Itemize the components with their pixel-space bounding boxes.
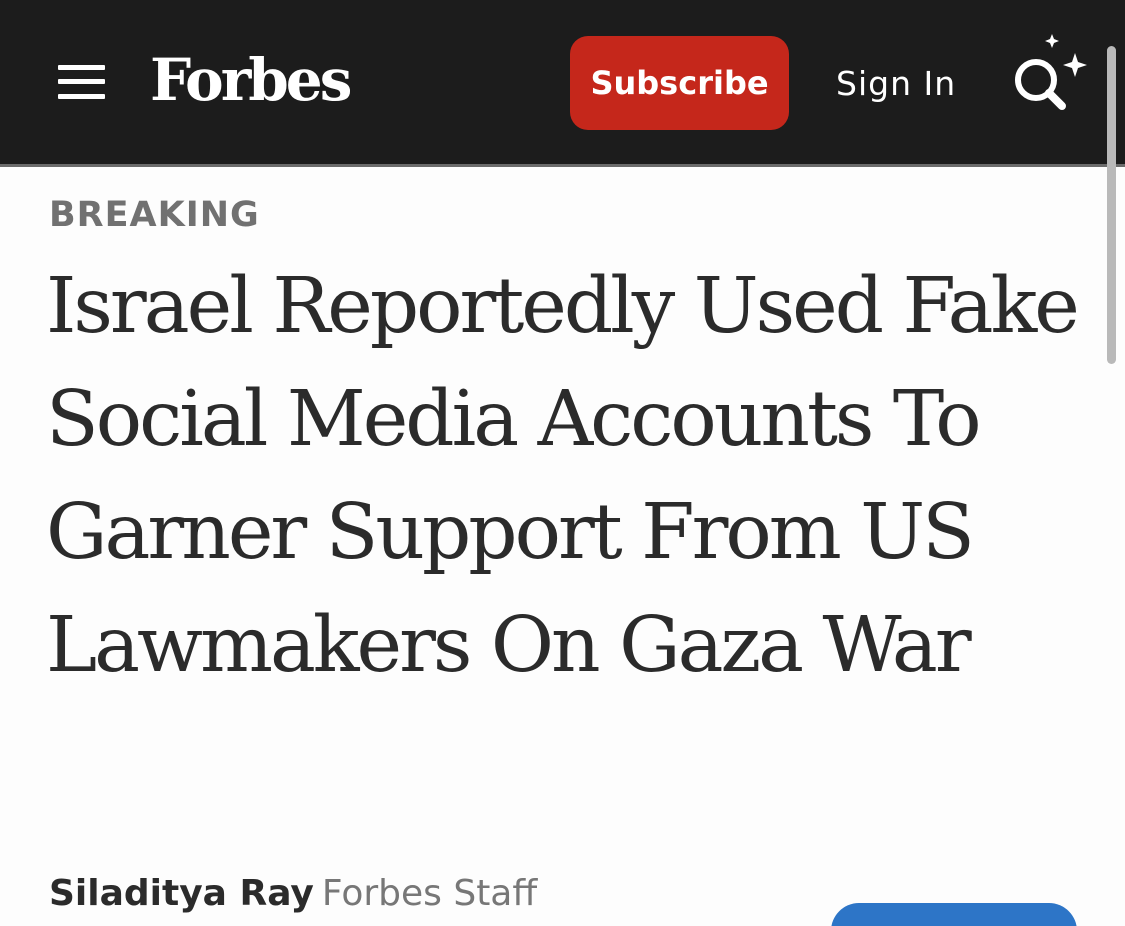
search-sparkle-icon[interactable]: [1008, 32, 1090, 114]
page-scrollbar[interactable]: [1107, 46, 1116, 364]
article-headline: Israel Reportedly Used Fake Social Media…: [46, 262, 1080, 690]
byline: Siladitya Ray Forbes Staff: [49, 870, 537, 918]
author-name[interactable]: Siladitya Ray: [49, 873, 314, 914]
hamburger-menu-icon[interactable]: [58, 62, 106, 102]
subscribe-button[interactable]: Subscribe: [570, 36, 789, 130]
top-nav-bar: Forbes Subscribe Sign In: [0, 0, 1125, 167]
follow-button[interactable]: [831, 903, 1077, 926]
sign-in-link[interactable]: Sign In: [836, 60, 956, 108]
author-role: Forbes Staff: [321, 873, 538, 914]
article-page: Forbes Subscribe Sign In BREAKING Israel…: [0, 0, 1125, 926]
breaking-label: BREAKING: [49, 195, 260, 235]
forbes-logo[interactable]: Forbes: [150, 40, 352, 120]
